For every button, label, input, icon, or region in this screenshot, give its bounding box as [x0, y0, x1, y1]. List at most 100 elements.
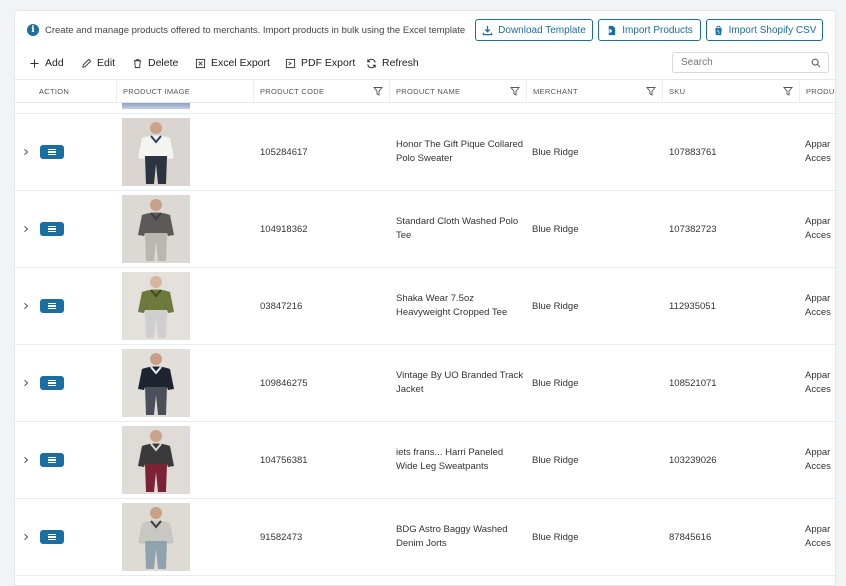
- download-icon: [482, 25, 493, 35]
- search-icon[interactable]: [811, 58, 821, 68]
- column-sku[interactable]: SKU: [663, 80, 800, 103]
- image-cell: [15, 422, 254, 498]
- product-code-cell: 03847216: [260, 268, 390, 344]
- partial-product-image: [122, 103, 190, 109]
- product-type: Appar Acces: [805, 524, 831, 549]
- filter-icon[interactable]: [783, 86, 793, 96]
- product-type-cell: Appar Acces: [805, 499, 835, 575]
- refresh-button[interactable]: Refresh: [366, 54, 419, 72]
- product-type-cell: Appar Acces: [805, 268, 835, 344]
- add-label: Add: [45, 57, 64, 69]
- product-code: 109846275: [260, 377, 308, 389]
- import-products-label: Import Products: [622, 24, 693, 36]
- search-input[interactable]: [681, 57, 801, 68]
- product-type: Appar Acces: [805, 216, 831, 241]
- product-code-cell: 105284617: [260, 114, 390, 190]
- product-name: Vintage By UO Branded Track Jacket: [396, 370, 524, 395]
- sku-value: 108521071: [669, 377, 717, 389]
- column-merchant[interactable]: MERCHANT: [527, 80, 663, 103]
- merchant-cell: Blue Ridge: [532, 268, 663, 344]
- info-icon: i: [27, 24, 39, 36]
- sku-cell: 107883761: [669, 114, 800, 190]
- product-name-cell: Honor The Gift Pique Collared Polo Sweat…: [396, 114, 527, 190]
- merchant-name: Blue Ridge: [532, 146, 579, 158]
- search-box[interactable]: [672, 52, 829, 73]
- product-type: Appar Acces: [805, 447, 831, 472]
- product-code-cell: 109846275: [260, 345, 390, 421]
- shopify-bag-icon: S: [714, 25, 722, 35]
- product-name: BDG Astro Baggy Washed Denim Jorts: [396, 524, 508, 549]
- pdf-export-button[interactable]: PDF Export: [285, 54, 355, 72]
- import-shopify-button[interactable]: S Import Shopify CSV: [706, 19, 823, 41]
- product-code: 105284617: [260, 146, 308, 158]
- merchant-name: Blue Ridge: [532, 377, 579, 389]
- sku-cell: 103239026: [669, 422, 800, 498]
- product-name-cell: Standard Cloth Washed Polo Tee: [396, 191, 527, 267]
- product-name-cell: BDG Astro Baggy Washed Denim Jorts: [396, 499, 527, 575]
- table-row[interactable]: 104756381 iets frans... Harri Paneled Wi…: [15, 422, 835, 499]
- image-cell: [15, 268, 254, 344]
- product-code: 104918362: [260, 223, 308, 235]
- download-template-label: Download Template: [498, 24, 586, 36]
- download-template-button[interactable]: Download Template: [475, 19, 593, 41]
- table-row[interactable]: 91582473 BDG Astro Baggy Washed Denim Jo…: [15, 499, 835, 576]
- filter-icon[interactable]: [646, 86, 656, 96]
- edit-button[interactable]: Edit: [81, 54, 115, 72]
- excel-export-button[interactable]: Excel Export: [195, 54, 270, 72]
- delete-button[interactable]: Delete: [132, 54, 178, 72]
- sku-value: 112935051: [669, 300, 716, 312]
- info-text: Create and manage products offered to me…: [45, 24, 465, 36]
- image-cell: [15, 114, 254, 190]
- trash-icon: [133, 58, 142, 68]
- refresh-icon: [367, 58, 376, 68]
- product-type: Appar Acces: [805, 139, 831, 164]
- image-cell: [15, 499, 254, 575]
- product-code-cell: 104918362: [260, 191, 390, 267]
- product-type: Appar Acces: [805, 293, 831, 318]
- product-code-cell: 91582473: [260, 499, 390, 575]
- table-row[interactable]: 105284617 Honor The Gift Pique Collared …: [15, 114, 835, 191]
- product-name: Standard Cloth Washed Polo Tee: [396, 216, 519, 241]
- product-code: 03847216: [260, 300, 303, 312]
- pdf-export-label: PDF Export: [301, 57, 356, 69]
- product-name: Shaka Wear 7.5oz Heavyweight Cropped Tee: [396, 293, 508, 318]
- camo-tee-model-image: [122, 272, 190, 340]
- filter-icon[interactable]: [373, 86, 383, 96]
- product-code-cell: 104756381: [260, 422, 390, 498]
- column-product-type: PRODU: [806, 87, 835, 96]
- product-name-cell: Shaka Wear 7.5oz Heavyweight Cropped Tee: [396, 268, 527, 344]
- sku-value: 107382723: [669, 223, 717, 235]
- merchant-cell: Blue Ridge: [532, 499, 663, 575]
- track-jacket-model-image: [122, 349, 190, 417]
- import-products-button[interactable]: Import Products: [598, 19, 701, 41]
- grey-polo-model-image: [122, 195, 190, 263]
- edit-label: Edit: [97, 57, 116, 69]
- product-type-cell: Appar Acces: [805, 191, 835, 267]
- denim-jorts-model-image: [122, 503, 190, 571]
- excel-export-label: Excel Export: [211, 57, 270, 69]
- table-header: ACTION PRODUCT IMAGE PRODUCT CODE PRODUC…: [15, 79, 835, 103]
- pdf-icon: [285, 58, 296, 68]
- add-button[interactable]: Add: [29, 54, 64, 72]
- table-body: 105284617 Honor The Gift Pique Collared …: [15, 103, 835, 585]
- product-name-cell: iets frans... Harri Paneled Wide Leg Swe…: [396, 422, 527, 498]
- column-product-code[interactable]: PRODUCT CODE: [254, 80, 390, 103]
- plus-icon: [30, 58, 39, 68]
- filter-icon[interactable]: [510, 86, 520, 96]
- merchant-cell: Blue Ridge: [532, 422, 663, 498]
- table-row[interactable]: 03847216 Shaka Wear 7.5oz Heavyweight Cr…: [15, 268, 835, 345]
- white-polo-model-image: [122, 118, 190, 186]
- sku-cell: 87845616: [669, 499, 800, 575]
- product-code: 91582473: [260, 531, 303, 543]
- image-cell: [15, 191, 254, 267]
- delete-label: Delete: [148, 57, 179, 69]
- product-type: Appar Acces: [805, 370, 831, 395]
- sku-cell: 108521071: [669, 345, 800, 421]
- merchant-cell: Blue Ridge: [532, 345, 663, 421]
- table-row[interactable]: 104918362 Standard Cloth Washed Polo Tee…: [15, 191, 835, 268]
- product-type-cell: Appar Acces: [805, 422, 835, 498]
- table-row[interactable]: 109846275 Vintage By UO Branded Track Ja…: [15, 345, 835, 422]
- column-product-name[interactable]: PRODUCT NAME: [390, 80, 527, 103]
- sku-cell: 112935051: [669, 268, 800, 344]
- merchant-name: Blue Ridge: [532, 300, 579, 312]
